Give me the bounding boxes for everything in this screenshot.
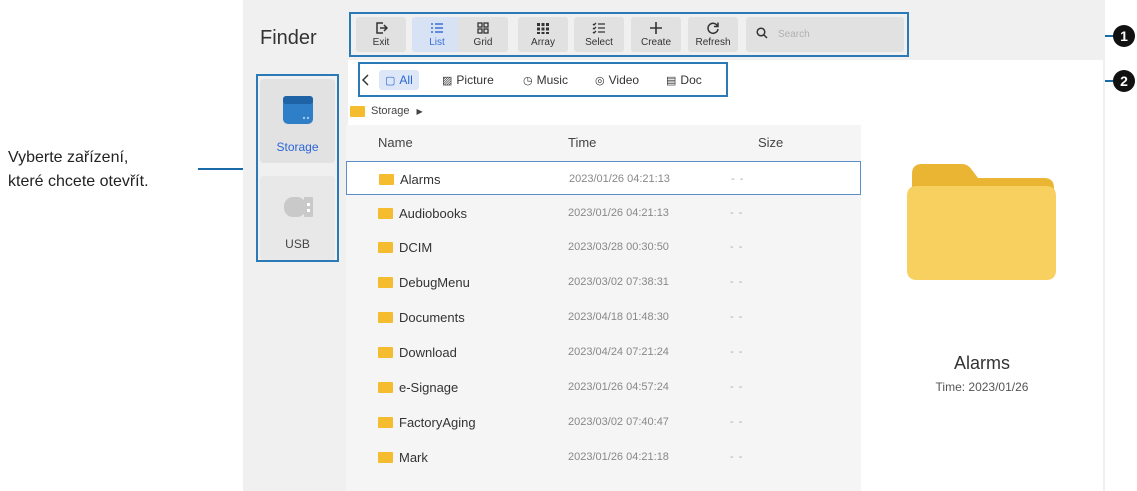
- picture-icon: ▨: [442, 74, 453, 87]
- sidebar-item-label: USB: [285, 237, 310, 251]
- folder-icon: [379, 174, 394, 185]
- folder-icon: [378, 242, 393, 253]
- refresh-button[interactable]: Refresh: [688, 17, 738, 52]
- search-icon: [756, 26, 768, 44]
- preview-file-name: Alarms: [953, 353, 1010, 373]
- refresh-icon: [706, 20, 720, 36]
- exit-icon: [374, 20, 388, 36]
- folder-icon: [378, 417, 393, 428]
- breadcrumb[interactable]: Storage ▶: [350, 103, 423, 119]
- table-row[interactable]: DebugMenu 2023/03/02 07:38:31 - -: [346, 265, 861, 299]
- callout-badge-1: 1: [1113, 25, 1135, 47]
- folder-icon: [350, 105, 365, 117]
- exit-button[interactable]: Exit: [356, 17, 406, 52]
- select-icon: [592, 20, 606, 36]
- preview-file-time: Time: 2023/01/26: [935, 380, 1029, 394]
- music-icon: ◷: [523, 74, 533, 87]
- sidebar-item-label: Storage: [276, 140, 319, 154]
- callout-badge-2: 2: [1113, 70, 1135, 92]
- table-row[interactable]: Audiobooks 2023/01/26 04:21:13 - -: [346, 196, 861, 230]
- large-folder-icon: [904, 156, 1059, 284]
- tab-doc[interactable]: ▤ Doc: [666, 70, 702, 90]
- column-header-name[interactable]: Name: [378, 135, 413, 150]
- back-chevron-icon[interactable]: [362, 70, 370, 90]
- search-field[interactable]: Search: [746, 17, 904, 52]
- table-row[interactable]: Documents 2023/04/18 01:48:30 - -: [346, 300, 861, 334]
- table-row[interactable]: Download 2023/04/24 07:21:24 - -: [346, 335, 861, 369]
- table-row[interactable]: e-Signage 2023/01/26 04:57:24 - -: [346, 370, 861, 404]
- plus-icon: [649, 20, 663, 36]
- table-row[interactable]: Alarms 2023/01/26 04:21:13 - -: [346, 161, 861, 195]
- folder-icon: [378, 208, 393, 219]
- folder-icon: [378, 347, 393, 358]
- finder-window: Finder Exit List Grid Array Select Creat…: [243, 0, 1105, 491]
- array-view-button[interactable]: Array: [518, 17, 568, 52]
- usb-icon: [281, 190, 315, 229]
- sidebar-item-usb[interactable]: USB: [260, 176, 335, 260]
- doc-icon: ▤: [666, 74, 677, 87]
- list-header: Name Time Size: [346, 125, 861, 161]
- tab-video[interactable]: ◎ Video: [595, 70, 639, 90]
- sidebar-item-storage[interactable]: Storage: [260, 79, 335, 163]
- app-title: Finder: [260, 27, 317, 49]
- preview-pane: Alarms Time: 2023/01/26: [861, 96, 1103, 491]
- table-row[interactable]: FactoryAging 2023/03/02 07:40:47 - -: [346, 405, 861, 439]
- folder-icon: [378, 312, 393, 323]
- column-header-size[interactable]: Size: [758, 135, 783, 150]
- list-icon: [430, 20, 444, 36]
- tab-all[interactable]: ▢ All: [379, 70, 419, 90]
- list-view-button[interactable]: List: [412, 17, 462, 52]
- tab-picture[interactable]: ▨ Picture: [442, 70, 494, 90]
- search-placeholder: Search: [778, 29, 810, 40]
- all-icon: ▢: [385, 74, 396, 87]
- grid-view-button[interactable]: Grid: [458, 17, 508, 52]
- breadcrumb-arrow-icon: ▶: [416, 106, 423, 116]
- table-row[interactable]: Mark 2023/01/26 04:21:18 - -: [346, 440, 861, 474]
- video-icon: ◎: [595, 74, 605, 87]
- annotation-text: Vyberte zařízení, které chcete otevřít.: [8, 146, 149, 194]
- folder-icon: [378, 452, 393, 463]
- annotation-line-1: Vyberte zařízení,: [8, 149, 129, 166]
- table-row[interactable]: DCIM 2023/03/28 00:30:50 - -: [346, 230, 861, 264]
- folder-icon: [378, 277, 393, 288]
- tab-music[interactable]: ◷ Music: [523, 70, 568, 90]
- grid-icon: [476, 20, 490, 36]
- column-header-time[interactable]: Time: [568, 135, 596, 150]
- annotation-line-2: které chcete otevřít.: [8, 173, 149, 190]
- select-button[interactable]: Select: [574, 17, 624, 52]
- file-list: Name Time Size Alarms 2023/01/26 04:21:1…: [346, 125, 861, 491]
- create-button[interactable]: Create: [631, 17, 681, 52]
- folder-icon: [378, 382, 393, 393]
- storage-icon: [281, 93, 315, 132]
- array-icon: [536, 20, 550, 36]
